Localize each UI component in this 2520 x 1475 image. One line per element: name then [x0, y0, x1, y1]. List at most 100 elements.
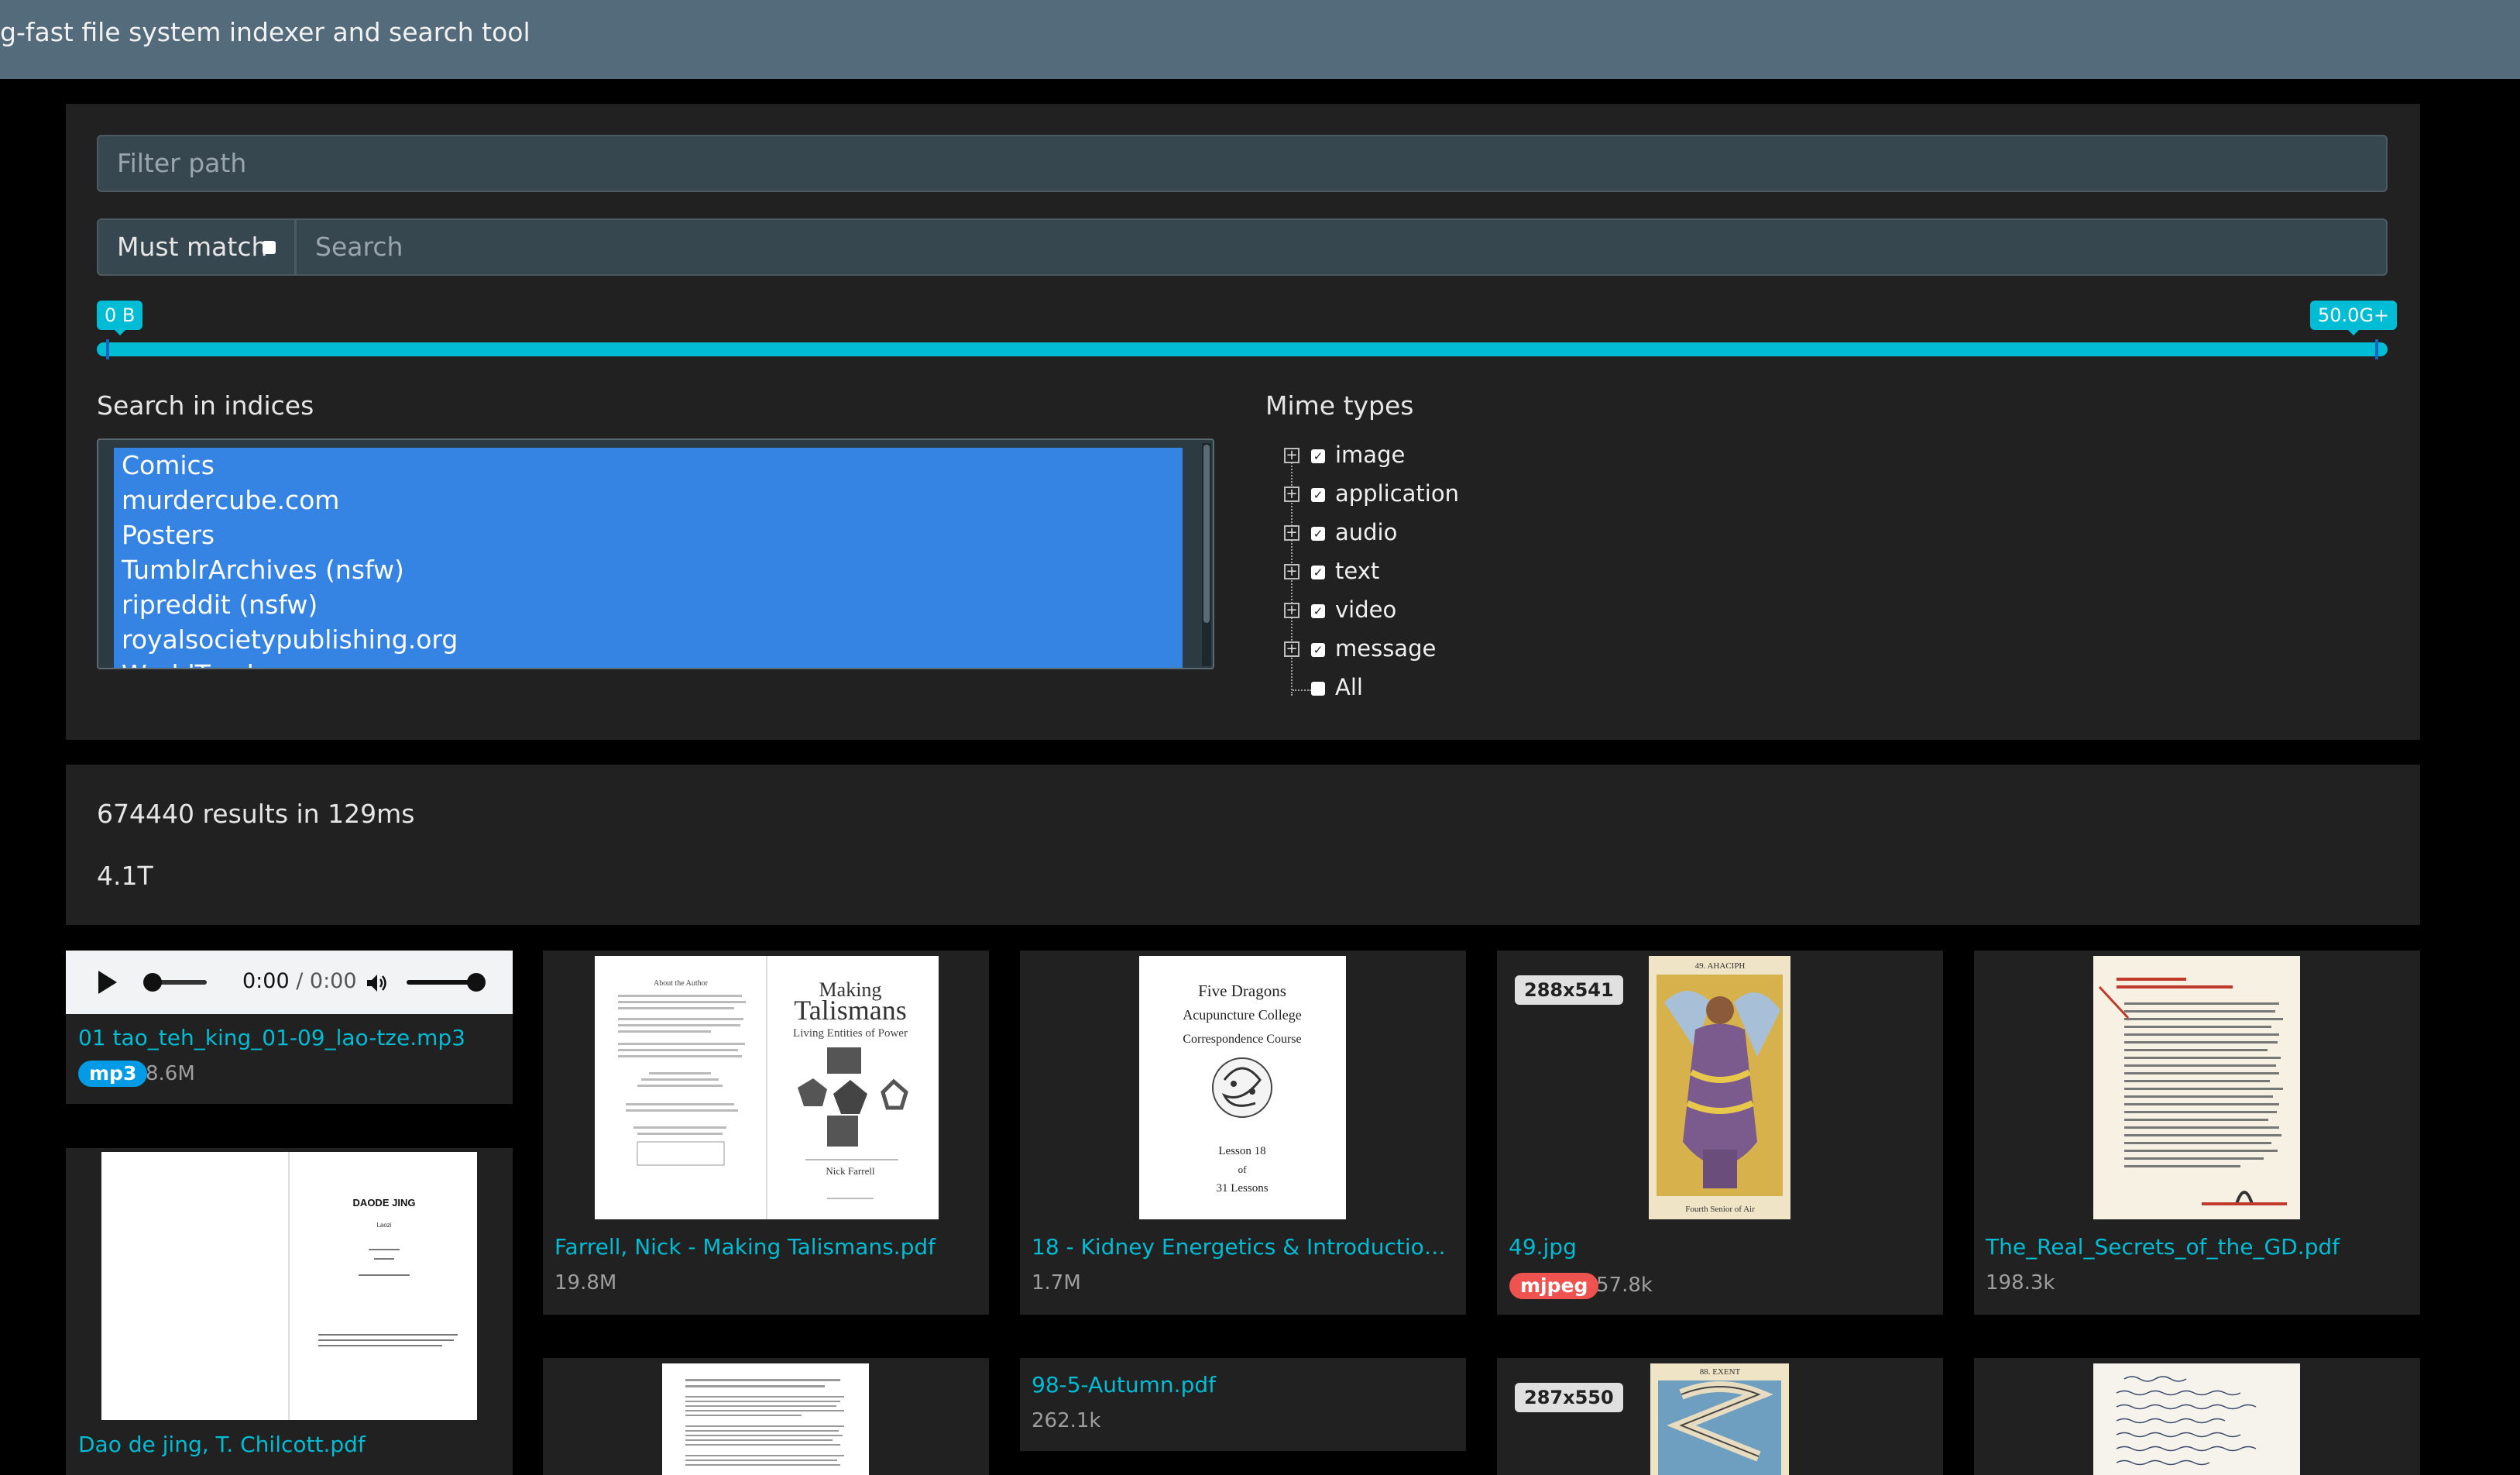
indices-select[interactable]: Comics murdercube.com Posters TumblrArch…: [97, 438, 1214, 669]
index-option[interactable]: Posters: [114, 517, 1183, 552]
pdf-thumbnail[interactable]: DAODE JING Laozi: [101, 1152, 477, 1420]
checkbox-checked-icon[interactable]: ✓: [1311, 488, 1325, 502]
index-option[interactable]: TumblrArchives (nsfw): [114, 552, 1183, 587]
play-icon[interactable]: [98, 971, 117, 994]
index-option[interactable]: Comics: [114, 448, 1183, 483]
expand-icon[interactable]: +: [1284, 448, 1299, 463]
pdf-cover: Five Dragons Acupuncture College Corresp…: [1183, 982, 1301, 1195]
checkbox-checked-icon[interactable]: ✓: [1311, 566, 1325, 579]
result-card[interactable]: About the Author Making Talismans Living…: [543, 951, 989, 1315]
result-card[interactable]: DAODE JING Laozi Dao de jing, T. Chilcot…: [66, 1148, 513, 1475]
file-name-link[interactable]: Dao de jing, T. Chilcott.pdf: [78, 1432, 500, 1457]
results-total-size: 4.1T: [97, 861, 153, 891]
mime-item-text[interactable]: + ✓ text: [1273, 555, 1738, 586]
pdf-thumbnail[interactable]: About the Author Making Talismans Living…: [595, 956, 939, 1219]
must-match-checkbox[interactable]: [263, 241, 276, 254]
pdf-thumbnail[interactable]: Five Dragons Acupuncture College Corresp…: [1139, 956, 1346, 1219]
tree-connector: [1293, 689, 1311, 691]
mime-item-all[interactable]: All: [1273, 671, 1738, 702]
checkbox-checked-icon[interactable]: ✓: [1311, 527, 1325, 541]
thumb-top-label: 88. EXENT: [1700, 1367, 1741, 1377]
index-option[interactable]: murdercube.com: [114, 483, 1183, 517]
mime-types-label: Mime types: [1265, 390, 1414, 421]
size-slider-max-handle[interactable]: [2375, 339, 2378, 359]
result-card[interactable]: [1974, 1358, 2420, 1475]
pdf-scanned-page: [2093, 956, 2300, 1219]
volume-icon[interactable]: [365, 971, 388, 995]
indices-list: Comics murdercube.com Posters TumblrArch…: [114, 448, 1183, 668]
expand-icon[interactable]: +: [1284, 525, 1299, 541]
pdf-thumbnail[interactable]: [2093, 1363, 2300, 1475]
mime-tree: + ✓ image + ✓ application + ✓ audio + ✓ …: [1273, 438, 1738, 733]
mime-item-application[interactable]: + ✓ application: [1273, 477, 1738, 508]
thumb-lesson: 31 Lessons: [1216, 1182, 1268, 1195]
search-panel: Filter path Must match Search 0 B 50.0G+…: [66, 104, 2420, 740]
size-slider-min-handle[interactable]: [106, 339, 109, 359]
image-thumbnail[interactable]: 88. EXENT: [1650, 1363, 1789, 1475]
result-card-audio[interactable]: 0:00 / 0:00 01 tao_teh_king_01-09_lao-tz…: [66, 951, 513, 1104]
indices-scrollbar-thumb[interactable]: [1203, 445, 1210, 623]
resolution-badge: 287x550: [1515, 1383, 1623, 1412]
must-match-toggle[interactable]: Must match: [97, 218, 296, 276]
mime-item-audio[interactable]: + ✓ audio: [1273, 516, 1738, 547]
pdf-text-page: [685, 1379, 844, 1466]
thumb-title: Talismans: [794, 995, 906, 1026]
size-slider-fill: [97, 342, 2388, 356]
pdf-page-spread: DAODE JING Laozi: [288, 1152, 458, 1420]
checkbox-unchecked-icon[interactable]: [1311, 682, 1325, 696]
mime-item-video[interactable]: + ✓ video: [1273, 593, 1738, 624]
audio-time-separator: /: [289, 969, 310, 993]
thumb-subtitle: Living Entities of Power: [793, 1027, 908, 1040]
file-name-link[interactable]: 01 tao_teh_king_01-09_lao-tze.mp3: [78, 1025, 500, 1050]
expand-icon[interactable]: +: [1284, 487, 1299, 502]
thumb-author: Nick Farrell: [826, 1165, 875, 1177]
handwritten-page: [2116, 1376, 2257, 1466]
indices-scrollbar[interactable]: [1202, 443, 1211, 666]
expand-icon[interactable]: +: [1284, 603, 1299, 618]
mime-item-message[interactable]: + ✓ message: [1273, 632, 1738, 663]
search-input[interactable]: Search: [295, 218, 2388, 276]
checkbox-checked-icon[interactable]: ✓: [1311, 449, 1325, 463]
result-card[interactable]: Five Dragons Acupuncture College Corresp…: [1020, 951, 1466, 1315]
index-option[interactable]: WorldTracker: [114, 657, 1183, 668]
pdf-thumbnail[interactable]: [2093, 956, 2300, 1219]
volume-knob[interactable]: [467, 973, 486, 992]
pdf-page-spread: About the Author Making Talismans Living…: [618, 956, 908, 1219]
result-card[interactable]: 98-5-Autumn.pdf 262.1k: [1020, 1358, 1466, 1451]
file-name-link[interactable]: 49.jpg: [1509, 1234, 1931, 1260]
file-name-link[interactable]: Farrell, Nick - Making Talismans.pdf: [554, 1234, 977, 1260]
file-type-badge: mjpeg: [1509, 1273, 1599, 1299]
file-size: 198.3k: [1986, 1271, 2055, 1294]
audio-duration: 0:00: [309, 969, 357, 993]
size-max-label: 50.0G+: [2310, 301, 2398, 335]
mime-label: audio: [1335, 519, 1398, 545]
thumb-top-label: 49. AHACIPH: [1695, 961, 1746, 971]
checkbox-checked-icon[interactable]: ✓: [1311, 604, 1325, 618]
app-header: g-fast file system indexer and search to…: [0, 0, 2520, 79]
filter-path-input[interactable]: Filter path: [97, 135, 2388, 192]
file-name-link[interactable]: 18 - Kidney Energetics & Introduction to…: [1032, 1234, 1454, 1260]
file-name-link[interactable]: The_Real_Secrets_of_the_GD.pdf: [1986, 1234, 2408, 1260]
image-thumbnail[interactable]: 49. AHACIPH Fourth Senior of Air: [1649, 956, 1790, 1219]
expand-icon[interactable]: +: [1284, 641, 1299, 657]
index-option[interactable]: ripreddit (nsfw): [114, 587, 1183, 622]
index-option[interactable]: royalsocietypublishing.org: [114, 622, 1183, 657]
audio-progress-knob[interactable]: [143, 973, 162, 992]
result-card[interactable]: 88. EXENT 287x550: [1497, 1358, 1943, 1475]
mime-item-image[interactable]: + ✓ image: [1273, 438, 1738, 469]
resolution-badge: 288x541: [1515, 975, 1623, 1005]
pdf-thumbnail[interactable]: [662, 1363, 869, 1475]
must-match-label: Must match: [117, 232, 268, 262]
checkbox-checked-icon[interactable]: ✓: [1311, 643, 1325, 657]
result-card[interactable]: [543, 1358, 989, 1475]
file-name-link[interactable]: 98-5-Autumn.pdf: [1032, 1372, 1454, 1398]
mime-label: application: [1335, 480, 1459, 507]
expand-icon[interactable]: +: [1284, 564, 1299, 579]
thumb-caption: Fourth Senior of Air: [1685, 1205, 1755, 1214]
thumb-line: Five Dragons: [1198, 982, 1286, 1000]
audio-player: 0:00 / 0:00: [66, 951, 513, 1014]
file-size: 1.7M: [1032, 1271, 1081, 1294]
thumb-subtitle: Laozi: [376, 1222, 391, 1229]
result-card[interactable]: The_Real_Secrets_of_the_GD.pdf 198.3k: [1974, 951, 2420, 1315]
result-card[interactable]: 49. AHACIPH Fourth Senior of Air 288x541…: [1497, 951, 1943, 1315]
